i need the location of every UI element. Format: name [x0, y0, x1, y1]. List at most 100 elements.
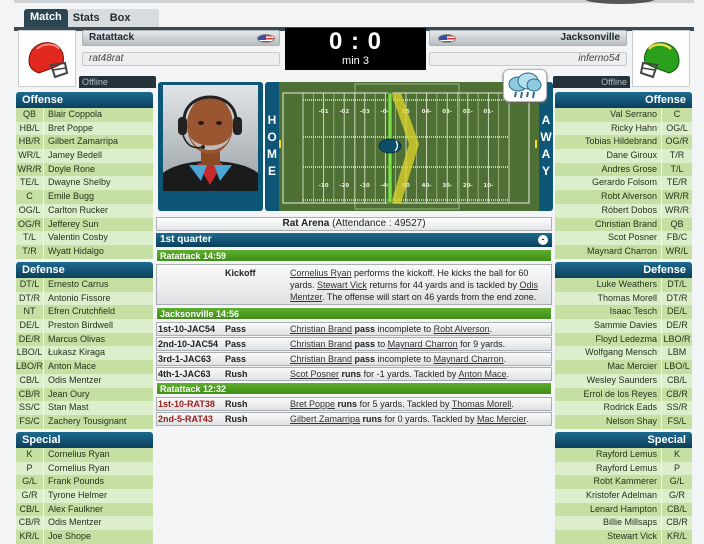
player-name[interactable]: Łukasz Kiraga — [44, 346, 153, 360]
player-name[interactable]: Rodrick Eads — [555, 401, 662, 415]
player-name[interactable]: Cornelius Ryan — [44, 448, 153, 462]
lineup-row[interactable]: Tobias Hildebrand OG/R — [555, 135, 692, 150]
lineup-row[interactable]: T/L Valentin Cosby — [16, 231, 153, 245]
player-name[interactable]: Sammie Davies — [555, 319, 662, 333]
player-name[interactable]: Christian Brand — [555, 217, 662, 232]
weather-button[interactable] — [503, 69, 547, 102]
lineup-row[interactable]: OG/R Jefferey Sun — [16, 217, 153, 232]
player-name[interactable]: Gilbert Zamarripa — [44, 135, 153, 149]
tab-stats[interactable]: Stats — [68, 9, 105, 28]
lineup-row[interactable]: Kristofer Adelman G/R — [555, 489, 692, 503]
home-team-logo[interactable] — [18, 30, 76, 87]
player-name[interactable]: Anton Mace — [44, 360, 153, 374]
lineup-row[interactable]: Robt Kammerer G/L — [555, 475, 692, 490]
lineup-row[interactable]: C Emile Bugg — [16, 190, 153, 204]
lineup-row[interactable]: Ricky Hahn OG/L — [555, 121, 692, 136]
player-name[interactable]: Preston Birdwell — [44, 319, 153, 333]
player-name[interactable]: Róbert Dobos — [555, 203, 662, 218]
lineup-row[interactable]: Wesley Saunders CB/L — [555, 373, 692, 388]
collapse-toggle-icon[interactable]: - — [538, 235, 548, 245]
player-link[interactable]: Scot Posner — [290, 369, 339, 379]
player-link[interactable]: Christian Brand — [290, 324, 352, 334]
lineup-row[interactable]: K Cornelius Ryan — [16, 448, 153, 462]
player-link[interactable]: Christian Brand — [290, 354, 352, 364]
lineup-row[interactable]: Sammie Davies DE/R — [555, 319, 692, 333]
player-link[interactable]: Cornelius Ryan — [290, 268, 352, 278]
lineup-row[interactable]: Christian Brand QB — [555, 217, 692, 232]
player-link[interactable]: Gilbert Zamarripa — [290, 414, 360, 424]
lineup-row[interactable]: OG/L Carlton Rucker — [16, 203, 153, 218]
lineup-row[interactable]: WR/R Doyle Rone — [16, 162, 153, 177]
player-name[interactable]: Odis Mentzer — [44, 374, 153, 388]
lineup-row[interactable]: Maynard Charron WR/L — [555, 244, 692, 259]
lineup-row[interactable]: Isaac Tesch DE/L — [555, 305, 692, 320]
player-name[interactable]: Robt Kammerer — [555, 475, 662, 490]
lineup-row[interactable]: Mac Mercier LBO/L — [555, 360, 692, 374]
lineup-row[interactable]: G/R Tyrone Helmer — [16, 489, 153, 503]
player-name[interactable]: Robt Alverson — [555, 190, 662, 204]
lineup-row[interactable]: Val Serrano C — [555, 108, 692, 122]
player-name[interactable]: Stewart Vick — [555, 530, 662, 544]
tab-box-score[interactable]: Box score — [105, 9, 159, 36]
player-name[interactable]: Ernesto Carrus — [44, 278, 153, 292]
player-name[interactable]: Rayford Lemus — [555, 448, 662, 462]
lineup-row[interactable]: DT/R Antonio Fissore — [16, 291, 153, 306]
player-link[interactable]: Maynard Charron — [388, 339, 458, 349]
lineup-row[interactable]: HB/R Gilbert Zamarripa — [16, 135, 153, 150]
player-name[interactable]: Valentin Cosby — [44, 231, 153, 245]
player-name[interactable]: Blair Coppola — [44, 108, 153, 122]
lineup-row[interactable]: WR/L Jamey Bedell — [16, 149, 153, 163]
player-name[interactable]: Nelson Shay — [555, 414, 662, 429]
player-name[interactable]: Bret Poppe — [44, 122, 153, 136]
lineup-row[interactable]: G/L Frank Pounds — [16, 475, 153, 490]
lineup-row[interactable]: CB/R Odis Mentzer — [16, 516, 153, 531]
player-link[interactable]: Anton Mace — [458, 369, 506, 379]
lineup-row[interactable]: NT Efren Crutchfield — [16, 305, 153, 320]
lineup-row[interactable]: CB/L Odis Mentzer — [16, 373, 153, 388]
player-name[interactable]: Val Serrano — [555, 108, 662, 122]
player-name[interactable]: Wolfgang Mensch — [555, 346, 662, 361]
player-name[interactable]: Emile Bugg — [44, 190, 153, 204]
lineup-row[interactable]: CB/R Jean Oury — [16, 387, 153, 402]
lineup-row[interactable]: DE/L Preston Birdwell — [16, 319, 153, 333]
player-name[interactable]: Ricky Hahn — [555, 121, 662, 136]
player-link[interactable]: Bret Poppe — [290, 399, 335, 409]
lineup-row[interactable]: HB/L Bret Poppe — [16, 121, 153, 136]
lineup-row[interactable]: Billie Millsaps CB/R — [555, 516, 692, 531]
lineup-row[interactable]: DE/R Marcus Olivas — [16, 332, 153, 347]
player-name[interactable]: Efren Crutchfield — [44, 305, 153, 319]
player-name[interactable]: Zachery Tousignant — [44, 415, 153, 429]
player-name[interactable]: Dane Giroux — [555, 149, 662, 163]
lineup-row[interactable]: LBO/L Łukasz Kiraga — [16, 346, 153, 361]
player-link[interactable]: Thomas Morell — [452, 399, 512, 409]
player-name[interactable]: Wesley Saunders — [555, 373, 662, 388]
player-link[interactable]: Mac Mercier — [477, 414, 526, 424]
lineup-row[interactable]: Rayford Lemus P — [555, 461, 692, 476]
away-team-user[interactable]: inferno54 — [578, 53, 620, 64]
lineup-row[interactable]: Lenard Hampton CB/L — [555, 502, 692, 517]
lineup-row[interactable]: P Cornelius Ryan — [16, 461, 153, 476]
lineup-row[interactable]: TE/L Dwayne Shelby — [16, 176, 153, 191]
lineup-row[interactable]: Rayford Lemus K — [555, 448, 692, 462]
lineup-row[interactable]: SS/C Stan Mast — [16, 401, 153, 415]
lineup-row[interactable]: T/R Wyatt Hidalgo — [16, 244, 153, 259]
player-name[interactable]: Gerardo Folsom — [555, 176, 662, 191]
player-name[interactable]: Errol de los Reyes — [555, 387, 662, 402]
lineup-row[interactable]: QB Blair Coppola — [16, 108, 153, 122]
player-name[interactable]: Luke Weathers — [555, 278, 662, 292]
lineup-row[interactable]: Andres Grose T/L — [555, 162, 692, 177]
player-name[interactable]: Isaac Tesch — [555, 305, 662, 320]
player-link[interactable]: Maynard Charron — [434, 354, 504, 364]
lineup-row[interactable]: DT/L Ernesto Carrus — [16, 278, 153, 292]
player-name[interactable]: Frank Pounds — [44, 475, 153, 489]
player-name[interactable]: Carlton Rucker — [44, 204, 153, 218]
player-name[interactable]: Stan Mast — [44, 401, 153, 415]
lineup-row[interactable]: KR/L Joe Shope — [16, 530, 153, 544]
quarter-header[interactable]: 1st quarter - — [156, 233, 552, 247]
player-name[interactable]: Thomas Morell — [555, 291, 662, 306]
lineup-row[interactable]: Thomas Morell DT/R — [555, 291, 692, 306]
player-link[interactable]: Stewart Vick — [317, 280, 367, 290]
player-name[interactable]: Doyle Rone — [44, 163, 153, 177]
player-link[interactable]: Christian Brand — [290, 339, 352, 349]
player-name[interactable]: Scot Posner — [555, 231, 662, 245]
